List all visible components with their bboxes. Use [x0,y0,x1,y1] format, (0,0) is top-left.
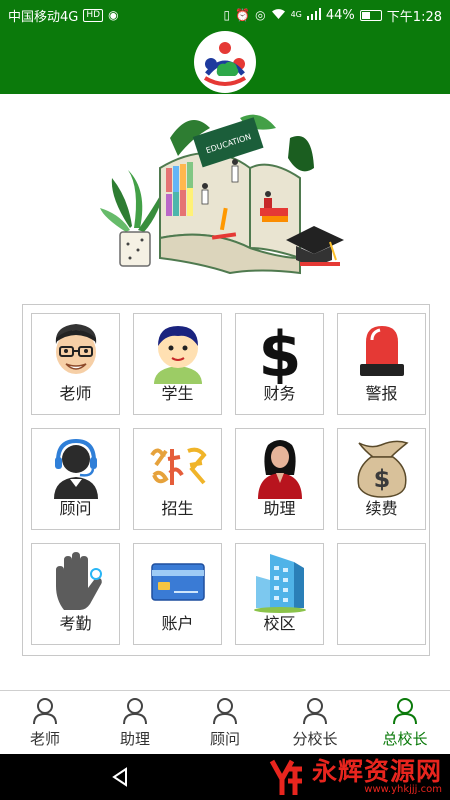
tile-student[interactable]: 学生 [133,313,222,415]
status-bar: 中国移动4G HD ◉ ▯ ⏰ ◎ 4G 44% 下午1:28 [0,0,450,30]
tab-teacher[interactable]: 老师 [0,691,90,754]
bottom-tab-bar: 老师 助理 顾问 分校长 总校长 [0,690,450,754]
app-header [0,30,450,94]
back-icon[interactable] [110,766,132,788]
tile-attendance[interactable]: 考勤 [31,543,120,645]
signal-icon [306,8,321,22]
tile-assistant[interactable]: 助理 [235,428,324,530]
tab-label: 顾问 [209,730,240,748]
money-bag-icon: $ [346,433,418,501]
tab-label: 分校长 [292,730,338,748]
hero-illustration: EDUCATION [100,98,350,298]
clock: 下午1:28 [386,9,442,25]
tile-label: 学生 [161,384,194,403]
svg-text:$: $ [373,465,390,493]
feature-grid: 老师 学生 $ 财务 警报 顾问 招生 助理 $ 续费 考勤 账户 校区 [22,304,430,656]
potted-plant-icon [100,170,166,267]
app-logo [194,31,256,93]
wifi-icon [271,8,286,22]
headset-consultant-icon [40,433,112,501]
carrier-label: 中国移动4G [8,9,79,25]
tab-label: 老师 [29,730,60,748]
campus-building-icon [244,548,316,616]
app-logo-icon [203,42,247,86]
teacher-avatar-icon [40,318,112,386]
fingerprint-hand-icon [40,548,112,616]
tile-label: 考勤 [59,614,92,633]
tab-consultant[interactable]: 顾问 [180,691,270,754]
tile-label: 校区 [263,614,296,633]
tile-enrollment[interactable]: 招生 [133,428,222,530]
tab-assistant[interactable]: 助理 [90,691,180,754]
alarm-icon: ⏰ [235,8,251,22]
tile-renewal[interactable]: $ 续费 [337,428,426,530]
tile-consultant[interactable]: 顾问 [31,428,120,530]
hd-badge: HD [83,8,104,22]
watermark: 永辉资源网 www.yhkjjj.com [266,756,442,798]
person-icon [33,698,57,725]
tab-label: 助理 [119,730,150,748]
tile-label: 老师 [59,384,92,403]
tab-head-principal[interactable]: 总校长 [360,691,450,754]
network-type-icon: 4G [290,10,302,19]
person-icon [393,698,417,725]
battery-icon [359,9,382,21]
tile-empty [337,543,426,645]
person-icon [303,698,327,725]
tile-campus[interactable]: 校区 [235,543,324,645]
tile-label: 续费 [365,499,398,518]
tile-label: 助理 [263,499,296,518]
notification-icon: ◉ [108,8,119,22]
battery-percent: 44% [325,7,355,23]
assistant-woman-icon [244,433,316,501]
bank-card-icon [142,548,214,616]
tile-label: 招生 [161,499,194,518]
dollar-icon: $ [244,318,316,386]
tile-label: 账户 [161,614,194,633]
person-icon [213,698,237,725]
alarm-light-icon [346,318,418,386]
eye-icon: ◎ [255,8,266,22]
tile-alarm[interactable]: 警报 [337,313,426,415]
tile-label: 财务 [263,384,296,403]
enrollment-calligraphy-icon [142,433,214,501]
person-icon [123,698,147,725]
tile-account[interactable]: 账户 [133,543,222,645]
tile-label: 警报 [365,384,398,403]
tile-label: 顾问 [59,499,92,518]
watermark-url: www.yhkjjj.com [364,784,442,795]
student-avatar-icon [142,318,214,386]
watermark-text: 永辉资源网 [311,757,442,786]
tab-branch-principal[interactable]: 分校长 [270,691,360,754]
watermark-logo-icon [269,759,302,795]
svg-text:$: $ [258,320,301,384]
tab-label: 总校长 [382,730,428,748]
tile-teacher[interactable]: 老师 [31,313,120,415]
vibrate-icon: ▯ [223,8,231,22]
system-nav-bar: 永辉资源网 www.yhkjjj.com [0,754,450,800]
tile-finance[interactable]: $ 财务 [235,313,324,415]
